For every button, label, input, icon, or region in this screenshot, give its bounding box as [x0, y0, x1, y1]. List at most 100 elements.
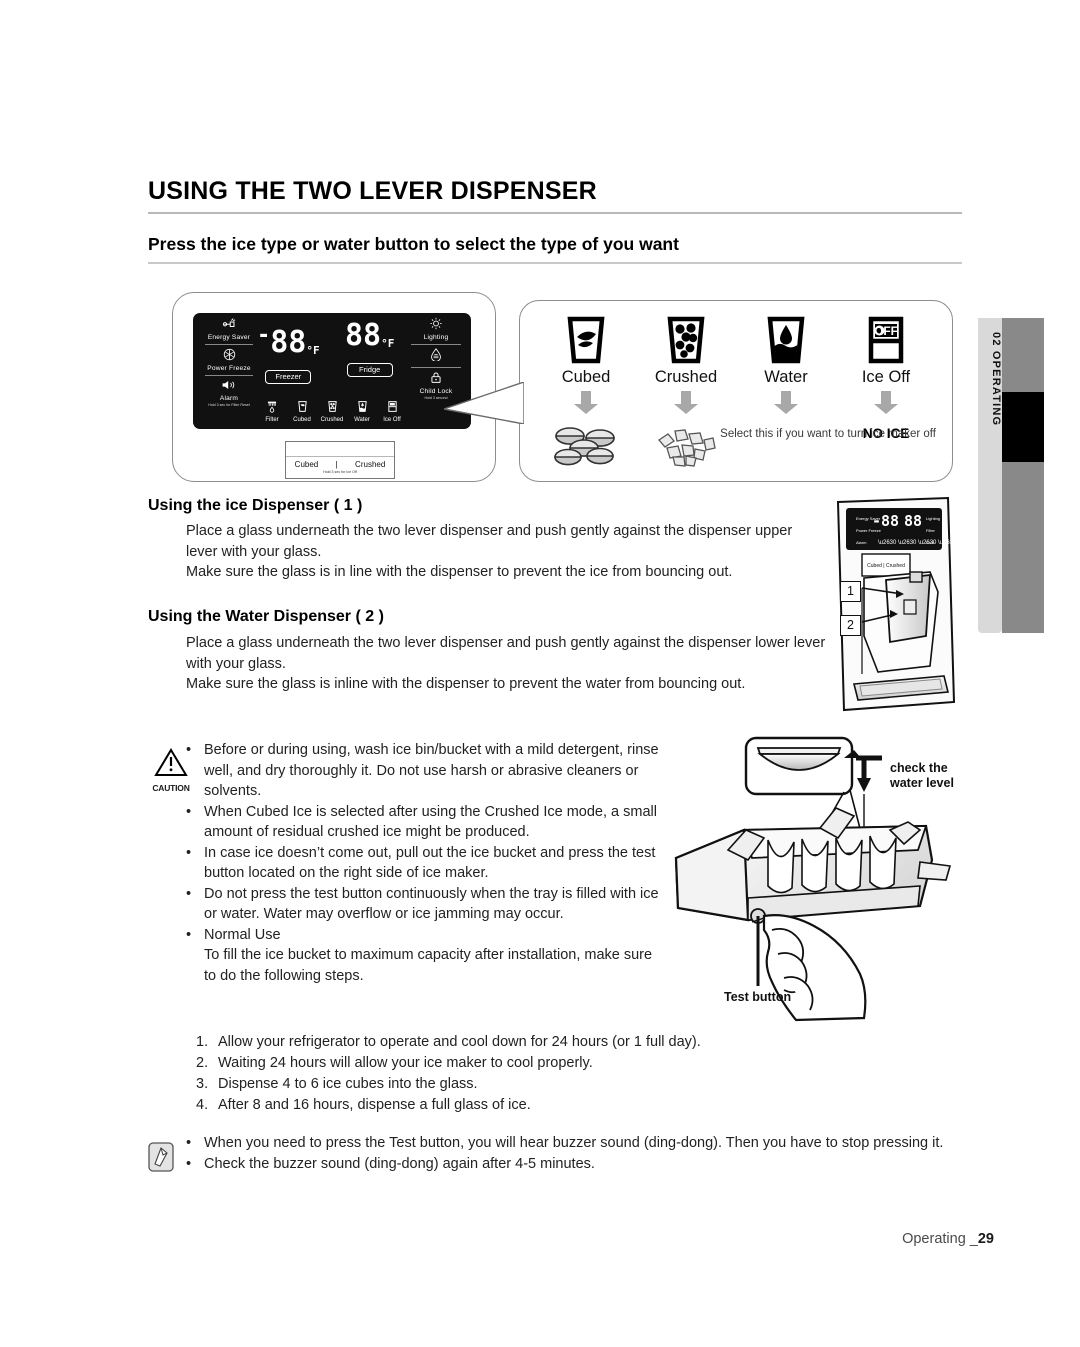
ice-off-icon: OFF	[836, 313, 936, 365]
cubed-ice-icon	[287, 400, 317, 416]
lever-label-cubed: Cubed	[294, 460, 319, 469]
fridge-temp: 88°F	[345, 321, 394, 359]
panel-button-label-filter: Filter	[265, 417, 279, 423]
freezer-minus: -	[257, 323, 271, 348]
panel-right-divider-2	[411, 367, 461, 368]
panel-item-energy-saver: Energy Saver	[199, 317, 259, 342]
bullet-icon: •	[186, 803, 192, 820]
footer-label: Operating _	[902, 1231, 978, 1247]
fridge-button[interactable]: Fridge	[346, 363, 393, 377]
down-arrow-icon	[636, 391, 736, 420]
panel-sublabel-alarm: Hold 3 sec for Filter Reset	[208, 403, 250, 407]
dispenser-callout-1: 1	[840, 581, 861, 602]
step-number: 2.	[196, 1055, 209, 1071]
lever-selector-box: Cubed | Crushed Hold 3 sec for Ice Off	[285, 441, 395, 479]
callout-option-ice-off: OFF Ice Off NO ICE	[836, 313, 936, 472]
caution-bullet-text: When Cubed Ice is selected after using t…	[204, 803, 657, 841]
panel-item-lighting: Lighting	[405, 317, 467, 342]
panel-button-filter[interactable]: Filter	[257, 400, 287, 424]
svg-text:Lighting: Lighting	[926, 516, 940, 521]
caution-bullet-text: Do not press the test button continuousl…	[204, 885, 659, 923]
ice-type-callout: Cubed Crushed Water OFF Ice Off NO ICE S…	[519, 300, 953, 482]
filter-icon	[257, 400, 287, 416]
down-arrow-icon	[536, 391, 636, 420]
body-water-dispenser: Place a glass underneath the two lever d…	[186, 635, 826, 692]
alarm-icon	[199, 379, 259, 395]
test-button-label: Test button	[724, 990, 792, 1004]
bullet-icon: •	[186, 1135, 192, 1151]
step-number: 4.	[196, 1097, 209, 1113]
step-item: 4. After 8 and 16 hours, dispense a full…	[196, 1095, 836, 1116]
section-subtitle: Press the ice type or water button to se…	[148, 234, 679, 254]
step-number: 3.	[196, 1076, 209, 1092]
step-number: 1.	[196, 1034, 209, 1050]
caution-bullet-list: • Before or during using, wash ice bin/b…	[186, 740, 661, 986]
chapter-side-tab-label: 02 OPERATING	[990, 332, 1002, 427]
page-footer: Operating _29	[902, 1231, 994, 1247]
ice-off-icon	[377, 400, 407, 416]
chapter-side-bar-active	[1002, 392, 1044, 462]
bullet-icon: •	[186, 844, 192, 861]
freezer-temp: -88°F	[257, 321, 320, 366]
callout-label-water: Water	[764, 368, 808, 386]
panel-button-label-water: Water	[354, 417, 370, 423]
note-bullet-text: When you need to press the Test button, …	[204, 1135, 944, 1151]
panel-item-water-filter	[405, 348, 467, 365]
panel-label-lighting: Lighting	[423, 334, 449, 341]
panel-button-water[interactable]: Water	[347, 400, 377, 424]
note-hand-icon	[148, 1142, 174, 1177]
caution-bullet-item: • Before or during using, wash ice bin/b…	[186, 740, 661, 802]
lever-label-crushed: Crushed	[355, 460, 386, 469]
panel-button-label-ice-off: Ice Off	[383, 417, 401, 423]
cubed-glass-icon	[536, 313, 636, 365]
panel-right-divider-1	[411, 344, 461, 345]
water-glass-icon	[736, 313, 836, 365]
control-panel-display: Energy Saver Power Freeze Alarm Hold 3 s…	[193, 313, 471, 429]
body-ice-dispenser: Place a glass underneath the two lever d…	[186, 523, 793, 580]
step-text: After 8 and 16 hours, dispense a full gl…	[218, 1097, 531, 1113]
bullet-icon: •	[186, 885, 192, 902]
step-item: 2. Waiting 24 hours will allow your ice …	[196, 1053, 836, 1074]
lighting-icon	[405, 317, 467, 334]
freezer-unit: °F	[306, 344, 320, 357]
panel-button-crushed[interactable]: Crushed	[317, 400, 347, 424]
callout-label-cubed: Cubed	[561, 368, 611, 386]
lever-box-top-line	[286, 442, 394, 457]
bullet-icon: •	[186, 926, 192, 943]
caution-bullet-text: Normal Use	[204, 926, 281, 943]
manual-page: USING THE TWO LEVER DISPENSER Press the …	[0, 0, 1080, 1347]
normal-use-intro: To fill the ice bucket to maximum capaci…	[204, 947, 653, 984]
water-icon	[347, 400, 377, 416]
down-arrow-icon	[836, 391, 936, 420]
step-text: Allow your refrigerator to operate and c…	[218, 1034, 701, 1050]
caution-bullet-item: • Normal Use	[186, 925, 661, 946]
dispenser-illustration: Energy Saver Power Freeze Alarm Lighting…	[836, 496, 966, 712]
page-title: USING THE TWO LEVER DISPENSER	[148, 177, 597, 205]
note-bullet-item: • When you need to press the Test button…	[186, 1133, 968, 1154]
fridge-display: 88°F Fridge	[345, 321, 394, 377]
panel-button-cubed[interactable]: Cubed	[287, 400, 317, 424]
panel-left-divider-1	[205, 344, 253, 345]
note-bullet-item: • Check the buzzer sound (ding-dong) aga…	[186, 1154, 968, 1175]
svg-text:Filter: Filter	[926, 528, 936, 533]
energy-saver-icon	[199, 317, 259, 334]
note-bullet-text: Check the buzzer sound (ding-dong) again…	[204, 1156, 595, 1172]
note-bullet-list: • When you need to press the Test button…	[186, 1133, 968, 1175]
ice-cubes-result-icon	[536, 424, 636, 472]
panel-item-alarm: Alarm Hold 3 sec for Filter Reset	[199, 379, 259, 408]
no-ice-description: Select this if you want to turn ice make…	[720, 428, 936, 440]
panel-bottom-buttons: Filter Cubed Crushed Water Ice Off	[257, 400, 407, 424]
callout-label-crushed: Crushed	[654, 368, 718, 386]
callout-label-ice-off: Ice Off	[861, 368, 911, 386]
fridge-unit: °F	[381, 337, 395, 350]
panel-item-power-freeze: Power Freeze	[199, 348, 259, 373]
callout-option-water: Water	[736, 313, 836, 472]
svg-text:88: 88	[904, 512, 922, 530]
chapter-side-bar	[1002, 318, 1044, 633]
panel-button-ice-off[interactable]: Ice Off	[377, 400, 407, 424]
title-divider	[148, 211, 962, 214]
freezer-button[interactable]: Freezer	[265, 370, 312, 384]
svg-text:Cubed | Crushed: Cubed | Crushed	[867, 563, 905, 569]
panel-label-energy-saver: Energy Saver	[207, 334, 251, 341]
check-water-level-label: check the water level	[890, 761, 954, 790]
